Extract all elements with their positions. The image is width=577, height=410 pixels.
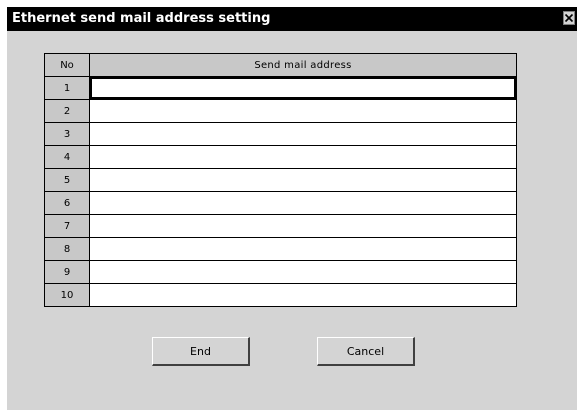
table-row: 7 [45,215,516,239]
address-cell[interactable] [90,146,516,170]
address-cell[interactable] [90,192,516,216]
row-number: 5 [45,169,90,191]
send-mail-address-input[interactable] [90,262,516,285]
row-number: 2 [45,100,90,122]
send-mail-address-input[interactable] [90,170,516,193]
row-number: 10 [45,284,90,306]
table-row: 9 [45,261,516,285]
close-button[interactable] [563,11,575,25]
table-row: 8 [45,238,516,262]
row-number: 6 [45,192,90,214]
title-bar[interactable]: Ethernet send mail address setting [7,7,577,31]
send-mail-address-input[interactable] [90,147,516,170]
send-mail-address-input[interactable] [90,285,516,308]
table-row: 10 [45,284,516,308]
table-row: 3 [45,123,516,147]
address-cell[interactable] [90,169,516,193]
row-number: 4 [45,146,90,168]
address-cell[interactable] [90,215,516,239]
dialog-window: Ethernet send mail address setting No Se… [0,0,577,410]
address-cell[interactable] [90,238,516,262]
address-cell[interactable] [90,100,516,124]
send-mail-address-input[interactable] [90,216,516,239]
row-number: 7 [45,215,90,237]
table-row: 6 [45,192,516,216]
address-cell[interactable] [90,261,516,285]
address-cell[interactable] [90,123,516,147]
cancel-button[interactable]: Cancel [317,337,415,366]
send-mail-address-input[interactable] [90,239,516,262]
address-cell[interactable] [90,284,516,308]
send-mail-address-input[interactable] [90,193,516,216]
send-mail-address-input[interactable] [92,82,514,101]
row-number: 8 [45,238,90,260]
close-icon [564,13,574,23]
table-row: 5 [45,169,516,193]
address-table: No Send mail address 1 2 3 4 5 6 7 8 9 10 [44,53,517,308]
send-mail-address-input[interactable] [90,101,516,124]
window-title: Ethernet send mail address setting [12,11,271,26]
table-row: 1 [45,77,516,101]
address-cell[interactable] [90,77,516,101]
table-row: 4 [45,146,516,170]
table-row: 2 [45,100,516,124]
row-number: 9 [45,261,90,283]
column-header-address: Send mail address [90,54,516,76]
table-header-row: No Send mail address [45,54,516,77]
send-mail-address-input[interactable] [90,124,516,147]
dialog-body: No Send mail address 1 2 3 4 5 6 7 8 9 10 End Can… [7,31,577,410]
row-number: 3 [45,123,90,145]
column-header-no: No [45,54,90,76]
row-number: 1 [45,77,90,99]
end-button[interactable]: End [152,337,250,366]
